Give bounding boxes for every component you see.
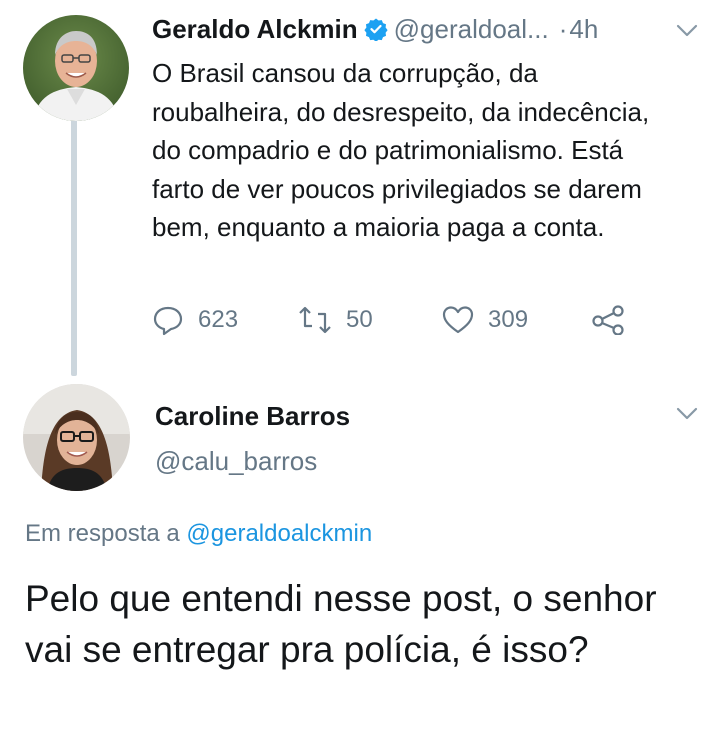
share-button[interactable] bbox=[592, 300, 640, 340]
avatar-geraldo[interactable] bbox=[23, 15, 129, 121]
retweet-icon bbox=[299, 306, 331, 334]
tweet1-author-name[interactable]: Geraldo Alckmin bbox=[152, 14, 358, 45]
reply-count: 623 bbox=[198, 306, 239, 333]
tweet1-separator: · bbox=[558, 13, 568, 44]
reply-icon bbox=[153, 306, 183, 336]
tweet1-text: O Brasil cansou da corrupção, da roubalh… bbox=[152, 58, 650, 242]
tweet2-author-handle[interactable]: @calu_barros bbox=[155, 446, 317, 477]
avatar-geraldo-image bbox=[23, 15, 129, 121]
heart-icon bbox=[442, 306, 474, 334]
tweet1-author-handle[interactable]: @geraldoal... bbox=[394, 14, 549, 45]
tweet1-action-bar: 623 50 309 bbox=[152, 300, 642, 340]
like-button[interactable]: 309 bbox=[442, 300, 528, 340]
retweet-button[interactable]: 50 bbox=[298, 300, 373, 340]
chevron-down-icon[interactable] bbox=[676, 24, 698, 43]
tweet1-header: Geraldo Alckmin @geraldoal... · 4h bbox=[152, 12, 598, 46]
tweet2-text: Pelo que entendi nesse post, o senhor va… bbox=[25, 578, 657, 670]
verified-badge-icon bbox=[364, 17, 388, 41]
avatar-caroline[interactable] bbox=[23, 384, 130, 491]
share-icon bbox=[592, 305, 624, 335]
reply-prefix: Em resposta a bbox=[25, 520, 180, 547]
thread-connector-line bbox=[71, 118, 77, 376]
reply-context: Em resposta a @geraldoalckmin bbox=[25, 520, 372, 548]
avatar-caroline-image bbox=[23, 384, 130, 491]
reply-mention-link[interactable]: @geraldoalckmin bbox=[186, 520, 372, 547]
tweet1-timestamp[interactable]: 4h bbox=[569, 14, 598, 45]
like-count: 309 bbox=[488, 306, 529, 333]
reply-button[interactable]: 623 bbox=[152, 300, 238, 340]
chevron-down-icon[interactable] bbox=[676, 407, 698, 426]
retweet-count: 50 bbox=[346, 306, 373, 333]
tweet2-author-name[interactable]: Caroline Barros bbox=[155, 401, 350, 432]
